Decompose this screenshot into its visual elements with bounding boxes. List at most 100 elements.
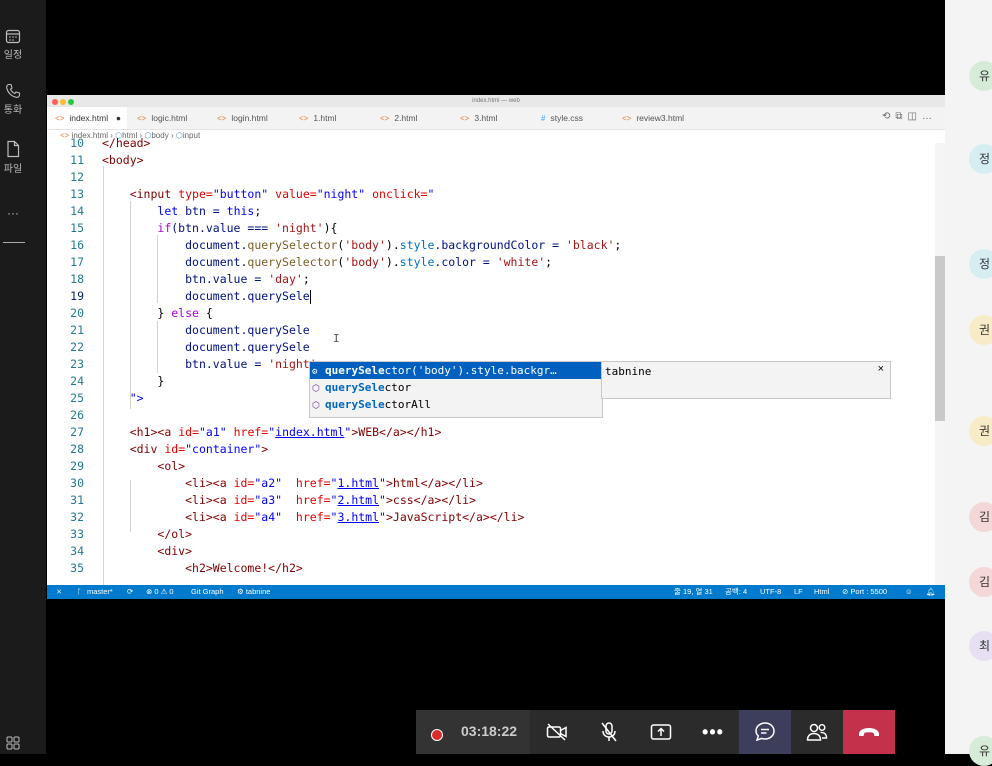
tab-review3-html[interactable]: <> review3.html — [622, 107, 684, 129]
participant-avatar[interactable]: 정 — [969, 144, 992, 174]
maximize-window-icon[interactable] — [68, 99, 74, 105]
code-link[interactable]: index.html — [275, 425, 344, 439]
rail-more-button[interactable]: ··· — [0, 206, 26, 220]
code-link[interactable]: 1.html — [337, 476, 379, 490]
minimize-window-icon[interactable] — [60, 99, 66, 105]
tab-1-html[interactable]: <> 1.html — [299, 107, 337, 129]
tab-2-html[interactable]: <> 2.html — [380, 107, 418, 129]
code-token: style — [399, 238, 435, 252]
cursor-position-status[interactable]: 줄 19, 열 31 — [674, 585, 713, 599]
line-number: 11 — [70, 153, 84, 167]
unsaved-dot-icon[interactable]: ● — [116, 107, 121, 129]
code-token: <ol> — [157, 459, 186, 473]
tab-login-html[interactable]: <> login.html — [217, 107, 268, 129]
code-line: 27 <h1><a id="a1" href="index.html">WEB<… — [47, 424, 935, 441]
chat-button[interactable] — [739, 710, 791, 754]
suggestion-item[interactable]: ⚙ querySelector('body').style.backgr… — [310, 362, 602, 379]
code-token: btn.value = — [185, 357, 269, 371]
code-line: 30 <li><a id="a2" href="1.html">html</a>… — [47, 475, 935, 492]
branch-status[interactable]: master* — [87, 585, 113, 599]
line-number: 33 — [70, 527, 84, 541]
encoding-status[interactable]: UTF-8 — [760, 585, 781, 599]
tabnine-status[interactable]: ⚙ tabnine — [237, 585, 270, 599]
code-token: ; — [254, 204, 262, 218]
code-token: onclick= — [372, 187, 428, 201]
open-preview-icon[interactable]: ⧉ — [895, 111, 907, 122]
code-line: 22 document.querySele — [47, 339, 935, 356]
autocomplete-list[interactable]: ⚙ querySelector('body').style.backgr… ⬡ qu… — [309, 361, 603, 418]
code-token: document.querySele — [185, 289, 310, 303]
rail-apps-button[interactable] — [0, 736, 26, 752]
close-icon[interactable]: × — [878, 363, 884, 375]
language-status[interactable]: Html — [814, 585, 829, 599]
participant-avatar[interactable]: 권 — [969, 416, 992, 446]
suggestion-item[interactable]: ⬡ querySelector — [310, 379, 602, 396]
feedback-icon[interactable]: ☺ — [905, 585, 913, 599]
line-number: 17 — [70, 255, 84, 269]
hang-up-button[interactable] — [843, 710, 895, 754]
sync-icon[interactable]: ⟳ — [127, 585, 133, 599]
code-token: <h2>Welcome!</h2> — [185, 561, 303, 575]
code-token: href= — [295, 493, 331, 507]
participant-avatar[interactable]: 정 — [969, 249, 992, 279]
line-number: 13 — [70, 187, 84, 201]
split-editor-icon[interactable]: ◫ — [908, 111, 922, 122]
code-token: >css</a></li> — [385, 493, 476, 507]
more-icon: ••• — [702, 721, 724, 742]
code-line: 31 <li><a id="a3" href="2.html">css</a><… — [47, 492, 935, 509]
participant-avatar[interactable]: 유 — [969, 736, 992, 766]
rail-item-calendar[interactable]: 일정 — [0, 28, 26, 61]
line-number: 32 — [70, 510, 84, 524]
mic-toggle-button[interactable] — [583, 710, 635, 754]
notifications-icon[interactable]: 🔔︎ — [926, 585, 936, 599]
tab-index-html[interactable]: <> index.html ● — [47, 107, 127, 129]
participant-avatar[interactable]: 김 — [969, 567, 992, 597]
live-server-status[interactable]: ⊘ Port : 5500 — [842, 585, 887, 599]
remote-icon[interactable]: ⨯ — [56, 585, 62, 599]
tab-label: 3.html — [474, 113, 498, 123]
code-token: 'night' — [275, 221, 324, 235]
editor-tabs: <> index.html ● <> logic.html <> login.html… — [47, 107, 945, 130]
participant-avatar[interactable]: 유 — [969, 61, 992, 91]
phone-icon — [6, 83, 21, 98]
html-file-icon: <> — [622, 114, 632, 123]
code-line: 16 document.querySelector('body').style.… — [47, 237, 935, 254]
close-window-icon[interactable] — [52, 99, 58, 105]
rail-item-files[interactable]: 파일 — [0, 140, 26, 175]
timeline-icon[interactable]: ⟲ — [882, 111, 895, 122]
rail-item-calls[interactable]: 통화 — [0, 83, 26, 116]
scrollbar-thumb[interactable] — [935, 256, 945, 421]
code-editor[interactable]: 10 </head> 11 <body> 12 13 <input type="bu… — [47, 136, 945, 586]
git-graph-status[interactable]: Git Graph — [191, 585, 224, 599]
participant-avatar[interactable]: 김 — [969, 502, 992, 532]
editor-scrollbar[interactable] — [935, 143, 945, 585]
eol-status[interactable]: LF — [794, 585, 803, 599]
code-link[interactable]: 2.html — [337, 493, 379, 507]
code-line: 15 if(btn.value === 'night'){ — [47, 220, 935, 237]
participants-button[interactable] — [791, 710, 843, 754]
line-number: 31 — [70, 493, 84, 507]
tab-logic-html[interactable]: <> logic.html — [137, 107, 187, 129]
code-token: id= — [233, 476, 255, 490]
camera-toggle-button[interactable] — [531, 710, 583, 754]
more-options-button[interactable]: ••• — [687, 710, 739, 754]
code-token: { — [198, 306, 213, 320]
code-token: </head> — [102, 136, 151, 150]
suggestion-item[interactable]: ⬡ querySelectorAll — [310, 396, 602, 413]
indent-status[interactable]: 공백: 4 — [725, 585, 747, 599]
tab-style-css[interactable]: # style.css — [541, 107, 583, 129]
participant-avatar[interactable]: 최 — [969, 631, 992, 661]
code-line: 11 <body> — [47, 152, 935, 169]
code-token: href= — [295, 476, 331, 490]
more-actions-icon[interactable]: … — [922, 111, 937, 122]
code-line: 35 <h2>Welcome!</h2> — [47, 560, 935, 577]
rail-label-calendar: 일정 — [3, 50, 23, 61]
code-token: <div — [129, 442, 158, 456]
participant-avatar[interactable]: 권 — [969, 315, 992, 345]
problems-status[interactable]: ⊗ 0 ⚠ 0 — [146, 585, 174, 599]
tab-3-html[interactable]: <> 3.html — [460, 107, 498, 129]
text-cursor — [309, 289, 311, 304]
share-screen-button[interactable] — [635, 710, 687, 754]
code-link[interactable]: 3.html — [337, 510, 379, 524]
suggestion-rest: ctor — [384, 381, 412, 394]
